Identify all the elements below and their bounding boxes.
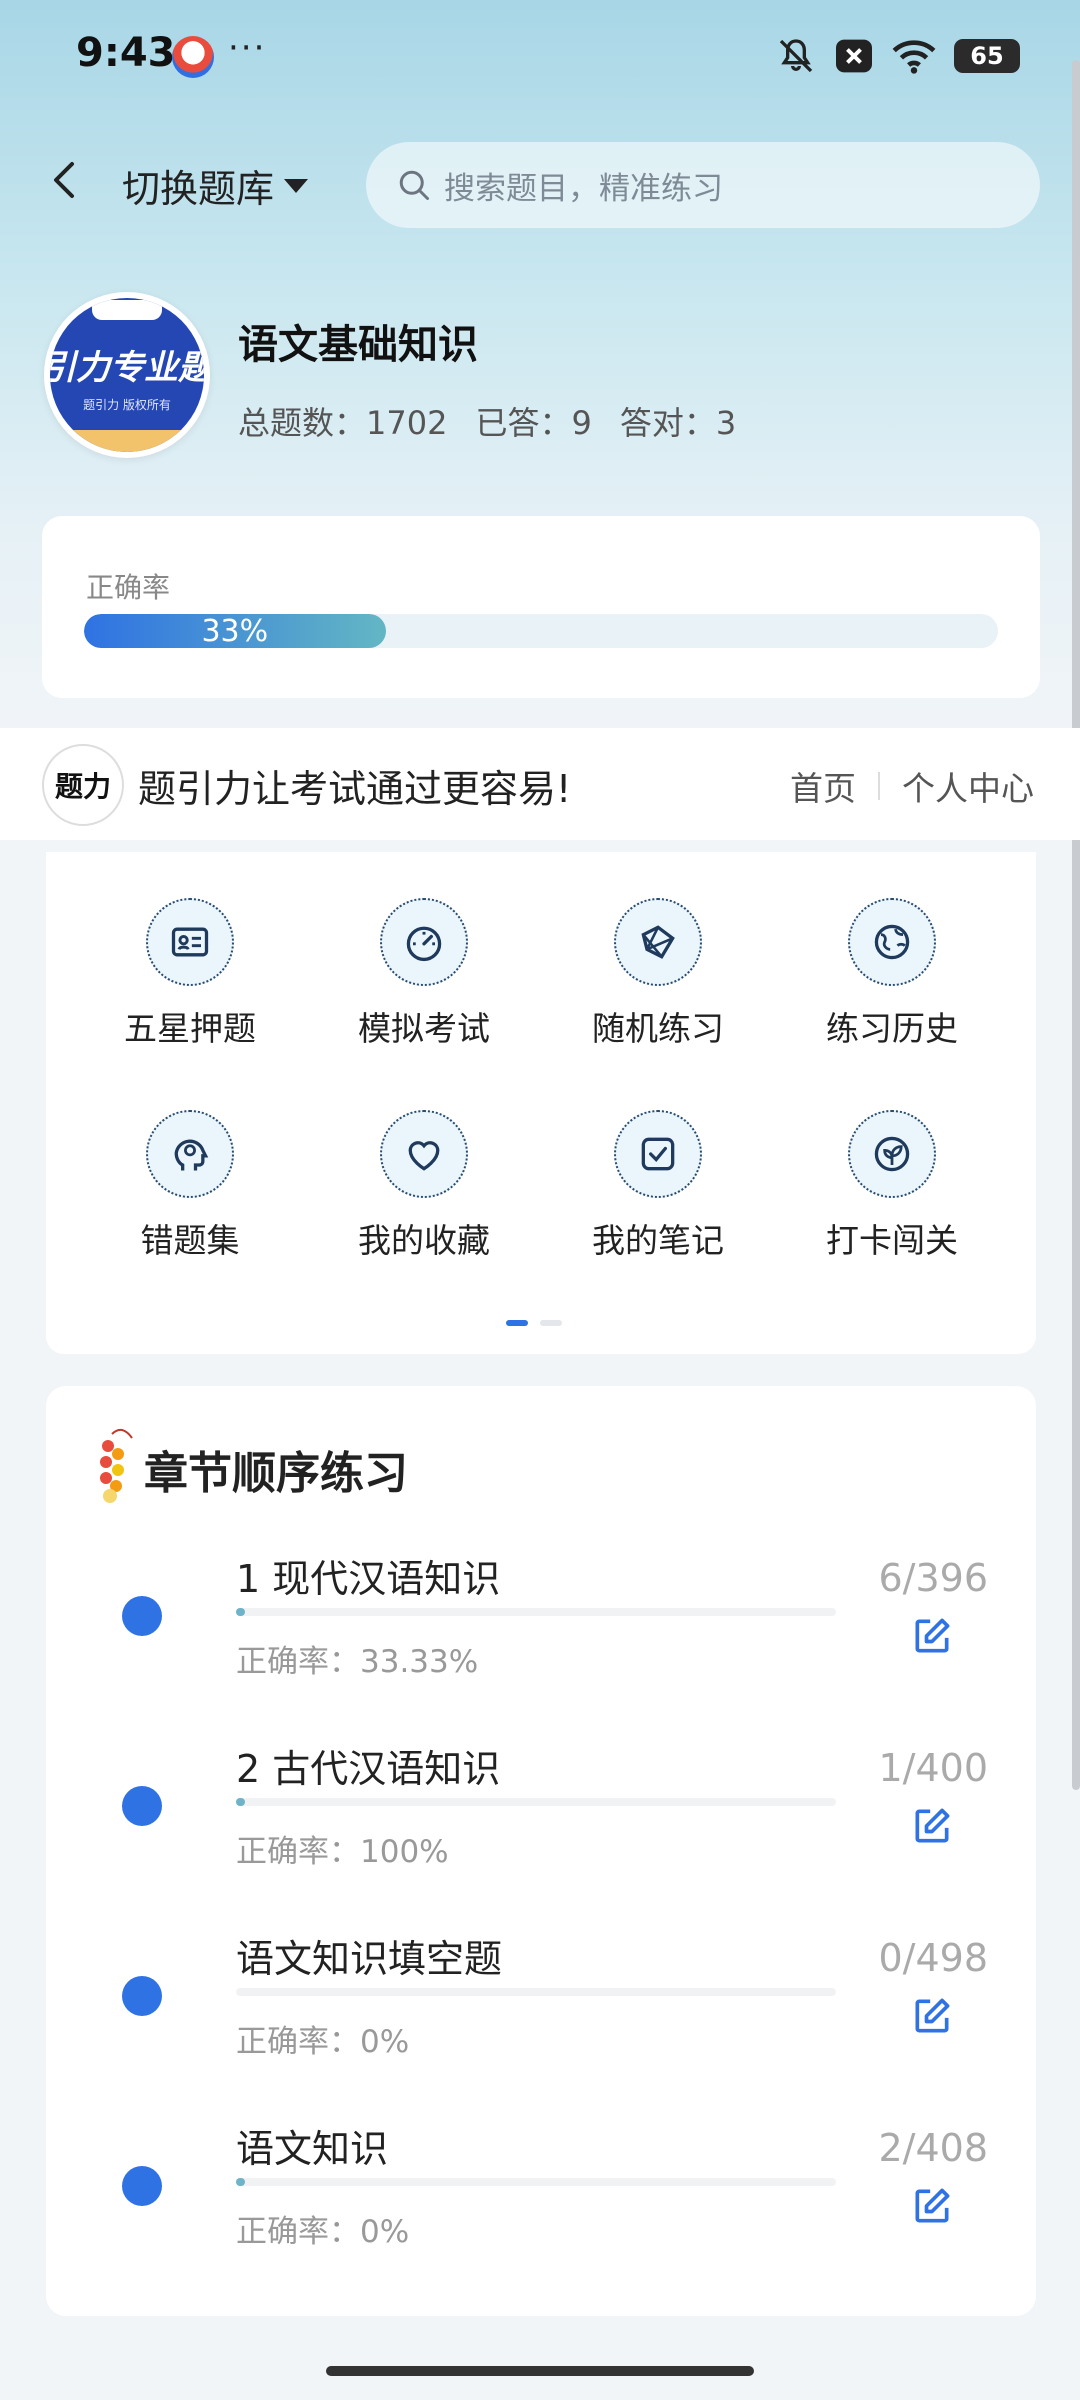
accuracy-value: 33%: [201, 614, 269, 648]
nav-divider: [878, 772, 880, 800]
wifi-icon: [892, 40, 936, 74]
head-icon: [146, 1110, 234, 1198]
nav-home-link[interactable]: 首页: [790, 762, 856, 810]
chapter-section-title: 章节顺序练习: [144, 1448, 408, 1499]
caret-down-icon: [284, 178, 309, 193]
chapter-accuracy: 正确率：100%: [236, 1834, 449, 1870]
chapter-name: 2 古代汉语知识: [236, 1747, 501, 1791]
note-check-icon: [614, 1110, 702, 1198]
feature-label: 我的收藏: [358, 1221, 490, 1260]
chapter-item[interactable]: 2 古代汉语知识 正确率：100% 1/400: [46, 1738, 1036, 1928]
accuracy-card: [42, 516, 1040, 698]
chapter-bullet: [122, 2166, 162, 2206]
feature-label: 错题集: [140, 1221, 240, 1260]
more-notifications-icon: ···: [228, 28, 267, 68]
accuracy-progress-fill: 33%: [84, 614, 386, 648]
search-icon: [399, 170, 429, 200]
battery-indicator: 65: [954, 39, 1020, 73]
chapter-bullet: [122, 1786, 162, 1826]
chapter-accuracy: 正确率：0%: [236, 2214, 410, 2250]
switch-bank-label: 切换题库: [122, 167, 275, 211]
edit-icon[interactable]: [910, 2184, 954, 2228]
chapter-progress-bar: [236, 1798, 836, 1806]
total-questions: 总题数：1702: [238, 404, 448, 442]
bell-muted-icon: [779, 39, 813, 73]
feature-five-star[interactable]: 五星押题: [90, 898, 290, 1050]
feature-label: 随机练习: [592, 1009, 724, 1048]
feature-random-practice[interactable]: 随机练习: [558, 898, 758, 1050]
bank-logo-text: 引力专业题: [50, 348, 204, 388]
correct-count: 答对：3: [619, 404, 737, 442]
gauge-icon: [380, 898, 468, 986]
heart-icon: [380, 1110, 468, 1198]
promo-slogan: 题引力让考试通过更容易!: [138, 767, 572, 811]
feature-favorites[interactable]: 我的收藏: [324, 1110, 524, 1262]
scrollbar[interactable]: [1072, 60, 1080, 1790]
firecracker-icon: [100, 1428, 133, 1503]
feature-practice-history[interactable]: 练习历史: [792, 898, 992, 1050]
edit-icon[interactable]: [910, 1994, 954, 2038]
globe-icon: [848, 898, 936, 986]
bank-logo-subtext: 题引力 版权所有: [83, 398, 171, 412]
feature-label: 我的笔记: [592, 1221, 724, 1260]
page-indicator: [506, 1320, 562, 1326]
home-indicator[interactable]: [326, 2366, 754, 2376]
feature-label: 练习历史: [826, 1009, 958, 1048]
answered-count: 已答：9: [475, 404, 592, 442]
chapter-count: 1/400: [878, 1746, 988, 1790]
switch-bank-dropdown[interactable]: 切换题库: [122, 158, 309, 213]
edit-icon[interactable]: [910, 1614, 954, 1658]
chapter-item[interactable]: 语文知识填空题 正确率：0% 0/498: [46, 1928, 1036, 2118]
page-dot: [540, 1320, 562, 1326]
nav-profile-link[interactable]: 个人中心: [902, 762, 1034, 810]
app-notification-icon: [172, 36, 214, 78]
feature-grid-card: 五星押题 模拟考试 随机练习 练习历史 错题集 我的收藏 我的笔记 打卡闯关: [46, 852, 1036, 1354]
chapter-name: 语文知识填空题: [236, 1937, 503, 1981]
bank-stats: 总题数：1702 已答：9 答对：3: [238, 398, 736, 444]
brand-logo: 题力: [42, 744, 124, 826]
chapter-progress-bar: [236, 2178, 836, 2186]
close-box-icon: [836, 39, 872, 73]
chapter-accuracy: 正确率：33.33%: [236, 1644, 479, 1680]
chapter-progress-bar: [236, 1988, 836, 1996]
network-icon: [614, 898, 702, 986]
status-time: 9:43: [76, 30, 176, 76]
chapter-progress-fill: [236, 1608, 245, 1616]
id-card-icon: [146, 898, 234, 986]
feature-wrong-questions[interactable]: 错题集: [90, 1110, 290, 1262]
accuracy-label: 正确率: [86, 571, 171, 604]
feature-notes[interactable]: 我的笔记: [558, 1110, 758, 1262]
bank-title: 语文基础知识: [238, 322, 478, 368]
accuracy-progress-bar: 33%: [84, 614, 998, 648]
chapter-count: 6/396: [878, 1556, 988, 1600]
chapter-name: 1 现代汉语知识: [236, 1557, 501, 1601]
chapter-accuracy: 正确率：0%: [236, 2024, 410, 2060]
search-placeholder: 搜索题目，精准练习: [444, 170, 723, 207]
chapter-item[interactable]: 语文知识 正确率：0% 2/408: [46, 2118, 1036, 2308]
page-dot-active: [506, 1320, 528, 1326]
chapter-count: 2/408: [878, 2126, 988, 2170]
bank-logo: 引力专业题 题引力 版权所有: [44, 292, 210, 458]
search-input[interactable]: 搜索题目，精准练习: [366, 142, 1040, 228]
feature-label: 五星押题: [124, 1009, 256, 1048]
status-icons: 65: [776, 36, 1020, 76]
chapter-bullet: [122, 1976, 162, 2016]
promo-nav: 首页 个人中心: [790, 762, 1034, 810]
back-icon[interactable]: [40, 150, 90, 210]
chapter-progress-bar: [236, 1608, 836, 1616]
chapter-item[interactable]: 1 现代汉语知识 正确率：33.33% 6/396: [46, 1548, 1036, 1738]
feature-mock-exam[interactable]: 模拟考试: [324, 898, 524, 1050]
chapter-name: 语文知识: [236, 2127, 389, 2171]
edit-icon[interactable]: [910, 1804, 954, 1848]
brand-logo-text: 题力: [54, 770, 111, 803]
feature-label: 打卡闯关: [826, 1221, 958, 1260]
chapter-header: 章节顺序练习: [92, 1424, 408, 1514]
chapter-progress-fill: [236, 1798, 245, 1806]
feature-label: 模拟考试: [358, 1009, 490, 1048]
leaf-icon: [848, 1110, 936, 1198]
feature-checkin[interactable]: 打卡闯关: [792, 1110, 992, 1262]
chapter-bullet: [122, 1596, 162, 1636]
chapter-count: 0/498: [878, 1936, 988, 1980]
chapter-progress-fill: [236, 2178, 245, 2186]
